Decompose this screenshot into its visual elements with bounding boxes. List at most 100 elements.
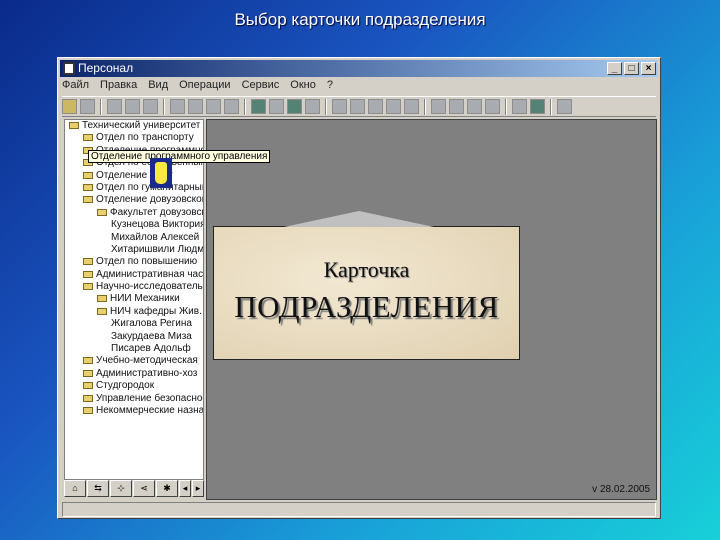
- tree-item-label: Факультет довузовский: [110, 206, 203, 218]
- tree-item[interactable]: Научно-исследовательский: [65, 281, 203, 293]
- toolbar-button-icon[interactable]: [557, 99, 572, 114]
- tree-item[interactable]: Отделение по кт: [65, 170, 203, 182]
- toolbar-separator: [424, 98, 426, 115]
- toolbar-button-icon[interactable]: [512, 99, 527, 114]
- toolbar-button-icon[interactable]: [287, 99, 302, 114]
- folder-icon: [83, 171, 93, 179]
- tree-item[interactable]: Закурдаева Миза: [65, 331, 203, 343]
- slide-title: Выбор карточки подразделения: [234, 10, 486, 29]
- tree-tab[interactable]: ⇆: [87, 480, 109, 497]
- tree-item[interactable]: Писарев Адольф: [65, 343, 203, 355]
- tree-item[interactable]: Учебно-методическая: [65, 355, 203, 367]
- menu-operations[interactable]: Операции: [179, 79, 230, 95]
- folder-icon: [83, 270, 93, 278]
- tree-tab[interactable]: ✱: [156, 480, 178, 497]
- folder-icon: [83, 134, 93, 142]
- toolbar-button-icon[interactable]: [449, 99, 464, 114]
- maximize-button[interactable]: □: [624, 62, 639, 75]
- toolbar-button-icon[interactable]: [368, 99, 383, 114]
- tree-item[interactable]: Некоммерческие назначения: [65, 405, 203, 417]
- tree-tab[interactable]: ◂: [179, 480, 191, 497]
- toolbar-button-icon[interactable]: [404, 99, 419, 114]
- toolbar-button-icon[interactable]: [80, 99, 95, 114]
- toolbar-button-icon[interactable]: [62, 99, 77, 114]
- toolbar-separator: [163, 98, 165, 115]
- app-icon: [63, 62, 75, 75]
- tree-item[interactable]: Факультет довузовский: [65, 207, 203, 219]
- menu-window[interactable]: Окно: [290, 79, 316, 95]
- department-tree[interactable]: Технический университет Отдел по транспор…: [64, 119, 204, 480]
- card-subtitle: ПОДРАЗДЕЛЕНИЯ: [234, 289, 499, 324]
- tree-item-label: Административно-хоз: [96, 367, 198, 379]
- folder-icon: [97, 208, 107, 216]
- tree-item[interactable]: Кузнецова Виктория: [65, 219, 203, 231]
- toolbar-button-icon[interactable]: [125, 99, 140, 114]
- toolbar-button-icon[interactable]: [467, 99, 482, 114]
- folder-icon: [83, 382, 93, 390]
- tooltip: Отделение программного управления: [88, 150, 271, 163]
- toolbar-button-icon[interactable]: [485, 99, 500, 114]
- tree-item-label: Отдел по повышению: [96, 256, 198, 268]
- tree-item[interactable]: НИИ Механики: [65, 293, 203, 305]
- tree-item-label: НИИ Механики: [110, 293, 180, 305]
- tree-item[interactable]: Студгородок: [65, 380, 203, 392]
- toolbar-button-icon[interactable]: [332, 99, 347, 114]
- hand-cursor-icon: [150, 158, 172, 188]
- tree-item-label: Михайлов Алексей: [111, 231, 200, 243]
- folder-icon: [83, 369, 93, 377]
- folder-icon: [83, 357, 93, 365]
- menu-service[interactable]: Сервис: [242, 79, 280, 95]
- tree-item[interactable]: Управление безопасности: [65, 393, 203, 405]
- tree-tabs: ⌂ ⇆ ⊹ ⋖ ✱ ◂ ▸: [64, 480, 204, 498]
- tree-item[interactable]: Отдел по повышению: [65, 256, 203, 268]
- toolbar-separator: [244, 98, 246, 115]
- main-area: Карточка ПОДРАЗДЕЛЕНИЯ v 28.02.2005: [206, 119, 657, 500]
- toolbar: [62, 96, 656, 117]
- toolbar-button-icon[interactable]: [107, 99, 122, 114]
- menu-file[interactable]: Файл: [62, 79, 89, 95]
- tree-item[interactable]: Отдел по транспорту: [65, 132, 203, 144]
- tree-item[interactable]: НИЧ кафедры Жив.: [65, 306, 203, 318]
- menu-edit[interactable]: Правка: [100, 79, 137, 95]
- toolbar-button-icon[interactable]: [251, 99, 266, 114]
- tree-item[interactable]: Административная часть: [65, 269, 203, 281]
- folder-icon: [69, 122, 79, 129]
- tree-item[interactable]: Михайлов Алексей: [65, 232, 203, 244]
- toolbar-button-icon[interactable]: [206, 99, 221, 114]
- toolbar-button-icon[interactable]: [188, 99, 203, 114]
- toolbar-button-icon[interactable]: [269, 99, 284, 114]
- tree-item[interactable]: Отдел по гуманитарным: [65, 182, 203, 194]
- tree-item-label: Жигалова Регина: [111, 318, 192, 330]
- tree-tab[interactable]: ⌂: [64, 480, 86, 497]
- tree-item-label: Технический университет: [82, 120, 201, 131]
- tree-item[interactable]: Отделение довузовской: [65, 194, 203, 206]
- toolbar-button-icon[interactable]: [431, 99, 446, 114]
- toolbar-button-icon[interactable]: [530, 99, 545, 114]
- menu-view[interactable]: Вид: [148, 79, 168, 95]
- tree-tab[interactable]: ⊹: [110, 480, 132, 497]
- tree-item[interactable]: Жигалова Регина: [65, 318, 203, 330]
- toolbar-button-icon[interactable]: [305, 99, 320, 114]
- tree-item[interactable]: Хитаришвили Людмила: [65, 244, 203, 256]
- folder-icon: [83, 406, 93, 414]
- minimize-button[interactable]: _: [607, 62, 622, 75]
- close-button[interactable]: ×: [641, 62, 656, 75]
- tree-tab[interactable]: ⋖: [133, 480, 155, 497]
- toolbar-button-icon[interactable]: [143, 99, 158, 114]
- tree-tab[interactable]: ▸: [192, 480, 204, 497]
- card-roof: [284, 211, 434, 227]
- tree-item-label: Студгородок: [96, 380, 155, 392]
- tree-item-label: Административная часть: [96, 268, 204, 280]
- toolbar-button-icon[interactable]: [170, 99, 185, 114]
- toolbar-separator: [325, 98, 327, 115]
- toolbar-button-icon[interactable]: [386, 99, 401, 114]
- toolbar-button-icon[interactable]: [224, 99, 239, 114]
- tree-item[interactable]: Административно-хоз: [65, 368, 203, 380]
- department-card-banner[interactable]: Карточка ПОДРАЗДЕЛЕНИЯ: [213, 211, 520, 360]
- menu-help[interactable]: ?: [327, 79, 333, 95]
- tree-item[interactable]: Технический университет: [65, 120, 203, 132]
- toolbar-button-icon[interactable]: [350, 99, 365, 114]
- tree-item-label: Управление безопасности: [96, 392, 203, 404]
- folder-icon: [83, 283, 93, 291]
- tree-item-label: Писарев Адольф: [111, 343, 191, 355]
